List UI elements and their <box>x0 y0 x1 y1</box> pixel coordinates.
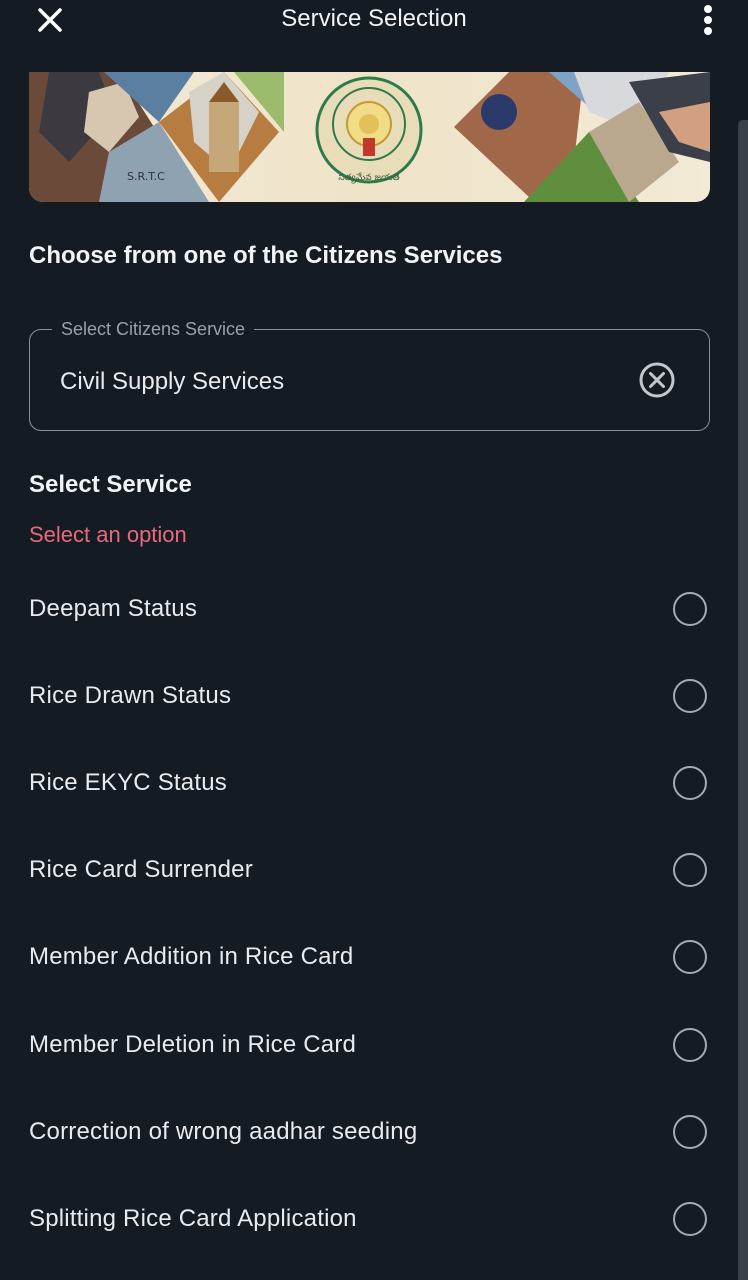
option-label: Member Deletion in Rice Card <box>29 1031 357 1058</box>
service-option-member-addition[interactable]: Member Addition in Rice Card <box>0 913 748 1000</box>
service-option-splitting-rice-card[interactable]: Splitting Rice Card Application <box>0 1175 748 1262</box>
radio-button[interactable] <box>673 679 707 713</box>
radio-button[interactable] <box>673 1028 707 1062</box>
service-option-rice-ekyc-status[interactable]: Rice EKYC Status <box>0 739 748 826</box>
citizens-service-value: Civil Supply Services <box>60 368 285 395</box>
services-heading: Choose from one of the Citizens Services <box>29 242 503 269</box>
service-option-rice-card-surrender[interactable]: Rice Card Surrender <box>0 826 748 913</box>
citizens-service-label: Select Citizens Service <box>52 319 255 340</box>
service-option-member-deletion[interactable]: Member Deletion in Rice Card <box>0 1001 748 1088</box>
option-label: Rice Drawn Status <box>29 682 232 709</box>
clear-selection-button[interactable] <box>637 360 677 400</box>
select-service-title: Select Service <box>29 471 192 498</box>
option-label: Rice EKYC Status <box>29 769 227 796</box>
more-vert-icon <box>704 5 712 35</box>
option-label: Correction of wrong aadhar seeding <box>29 1118 418 1145</box>
emblem-text: సత్యమేవ జయతే <box>338 172 399 184</box>
more-options-button[interactable] <box>690 2 726 38</box>
radio-button[interactable] <box>673 853 707 887</box>
service-option-deepam-status[interactable]: Deepam Status <box>0 565 748 652</box>
citizen-services-banner: S.R.T.C సత్యమేవ జయతే <box>29 72 710 202</box>
radio-button[interactable] <box>673 766 707 800</box>
page-title: Service Selection <box>281 5 467 32</box>
option-label: Deepam Status <box>29 595 198 622</box>
service-option-rice-drawn-status[interactable]: Rice Drawn Status <box>0 652 748 739</box>
clear-circle-icon <box>639 362 675 398</box>
service-option-aadhar-correction[interactable]: Correction of wrong aadhar seeding <box>0 1088 748 1175</box>
radio-button[interactable] <box>673 592 707 626</box>
banner-collage-image: S.R.T.C సత్యమేవ జయతే <box>29 72 710 202</box>
citizens-service-select[interactable]: Select Citizens Service Civil Supply Ser… <box>29 319 710 431</box>
svg-text:S.R.T.C: S.R.T.C <box>127 170 165 183</box>
radio-button[interactable] <box>673 940 707 974</box>
option-label: Splitting Rice Card Application <box>29 1205 357 1232</box>
validation-error: Select an option <box>29 522 187 547</box>
radio-button[interactable] <box>673 1202 707 1236</box>
option-label: Member Addition in Rice Card <box>29 943 354 970</box>
app-bar: Service Selection <box>0 0 748 40</box>
option-label: Rice Card Surrender <box>29 856 253 883</box>
radio-button[interactable] <box>673 1115 707 1149</box>
